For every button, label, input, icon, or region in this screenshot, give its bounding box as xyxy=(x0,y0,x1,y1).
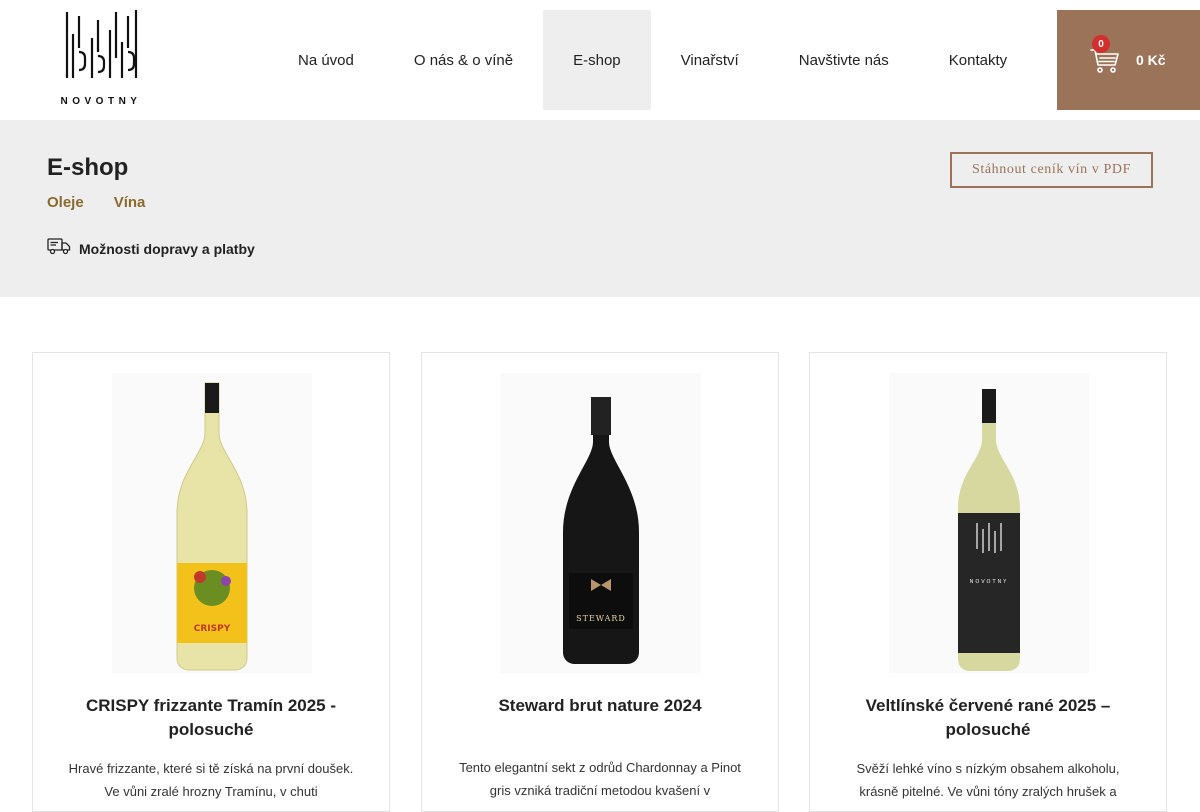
brand-wordmark: NOVOTNY xyxy=(60,96,142,107)
product-card[interactable]: NOVOTNY Veltlínské červené rané 2025 – p… xyxy=(809,352,1167,812)
bottle-label-text: CRISPY xyxy=(194,624,231,634)
product-card[interactable]: CRISPY CRISPY frizzante Tramín 2025 - po… xyxy=(32,352,390,812)
sparkling-bottle-image: STEWARD xyxy=(563,397,639,664)
cart-total: 0 Kč xyxy=(1136,52,1166,68)
product-title[interactable]: CRISPY frizzante Tramín 2025 - polosuché xyxy=(53,694,369,742)
category-link-wines[interactable]: Vína xyxy=(114,194,146,211)
cart-count-badge: 0 xyxy=(1092,35,1110,53)
page-title: E-shop xyxy=(47,154,129,181)
product-description: Svěží lehké víno s nízkým obsahem alkoho… xyxy=(856,761,1120,799)
product-image[interactable]: NOVOTNY xyxy=(889,373,1089,673)
product-title[interactable]: Steward brut nature 2024 xyxy=(442,694,758,718)
cart-icon: 0 xyxy=(1089,35,1121,76)
category-link-oils[interactable]: Oleje xyxy=(47,194,84,211)
nav-item-visit[interactable]: Navštivte nás xyxy=(769,10,919,110)
shipping-payment-label: Možnosti dopravy a platby xyxy=(79,240,255,257)
product-title[interactable]: Veltlínské červené rané 2025 – polosuché xyxy=(830,694,1146,742)
download-pricelist-button[interactable]: Stáhnout ceník vín v PDF xyxy=(950,152,1153,188)
shipping-payment-link[interactable]: Možnosti dopravy a platby xyxy=(47,237,255,260)
product-description: Hravé frizzante, které si tě získá na pr… xyxy=(68,761,354,799)
nav-item-about[interactable]: O nás & o víně xyxy=(384,10,543,110)
brand-logo[interactable]: NOVOTNY xyxy=(48,8,154,112)
product-image[interactable]: CRISPY xyxy=(112,373,312,673)
product-description: Tento elegantní sekt z odrůd Chardonnay … xyxy=(459,760,741,798)
logo-mark xyxy=(65,10,138,78)
wine-bottle-image: CRISPY xyxy=(176,382,248,671)
wine-bottle-image: NOVOTNY xyxy=(958,389,1020,671)
nav-item-home[interactable]: Na úvod xyxy=(268,10,384,110)
delivery-truck-icon xyxy=(47,237,71,260)
shop-toolbar: E-shop Oleje Vína Možnosti dopravy a pla… xyxy=(0,120,1200,297)
product-image[interactable]: STEWARD xyxy=(501,373,701,673)
bottle-label-text: STEWARD xyxy=(576,614,626,623)
product-card[interactable]: STEWARD Steward brut nature 2024 Tento e… xyxy=(421,352,779,812)
site-header: NOVOTNY Na úvod O nás & o víně E-shop Vi… xyxy=(0,0,1200,120)
main-nav: Na úvod O nás & o víně E-shop Vinařství … xyxy=(268,10,1037,110)
bottle-label-text: NOVOTNY xyxy=(970,579,1009,585)
category-links: Oleje Vína xyxy=(47,194,145,211)
cart-button[interactable]: 0 0 Kč xyxy=(1057,10,1200,110)
nav-item-eshop[interactable]: E-shop xyxy=(543,10,651,110)
nav-item-winery[interactable]: Vinařství xyxy=(651,10,769,110)
nav-item-contacts[interactable]: Kontakty xyxy=(919,10,1037,110)
